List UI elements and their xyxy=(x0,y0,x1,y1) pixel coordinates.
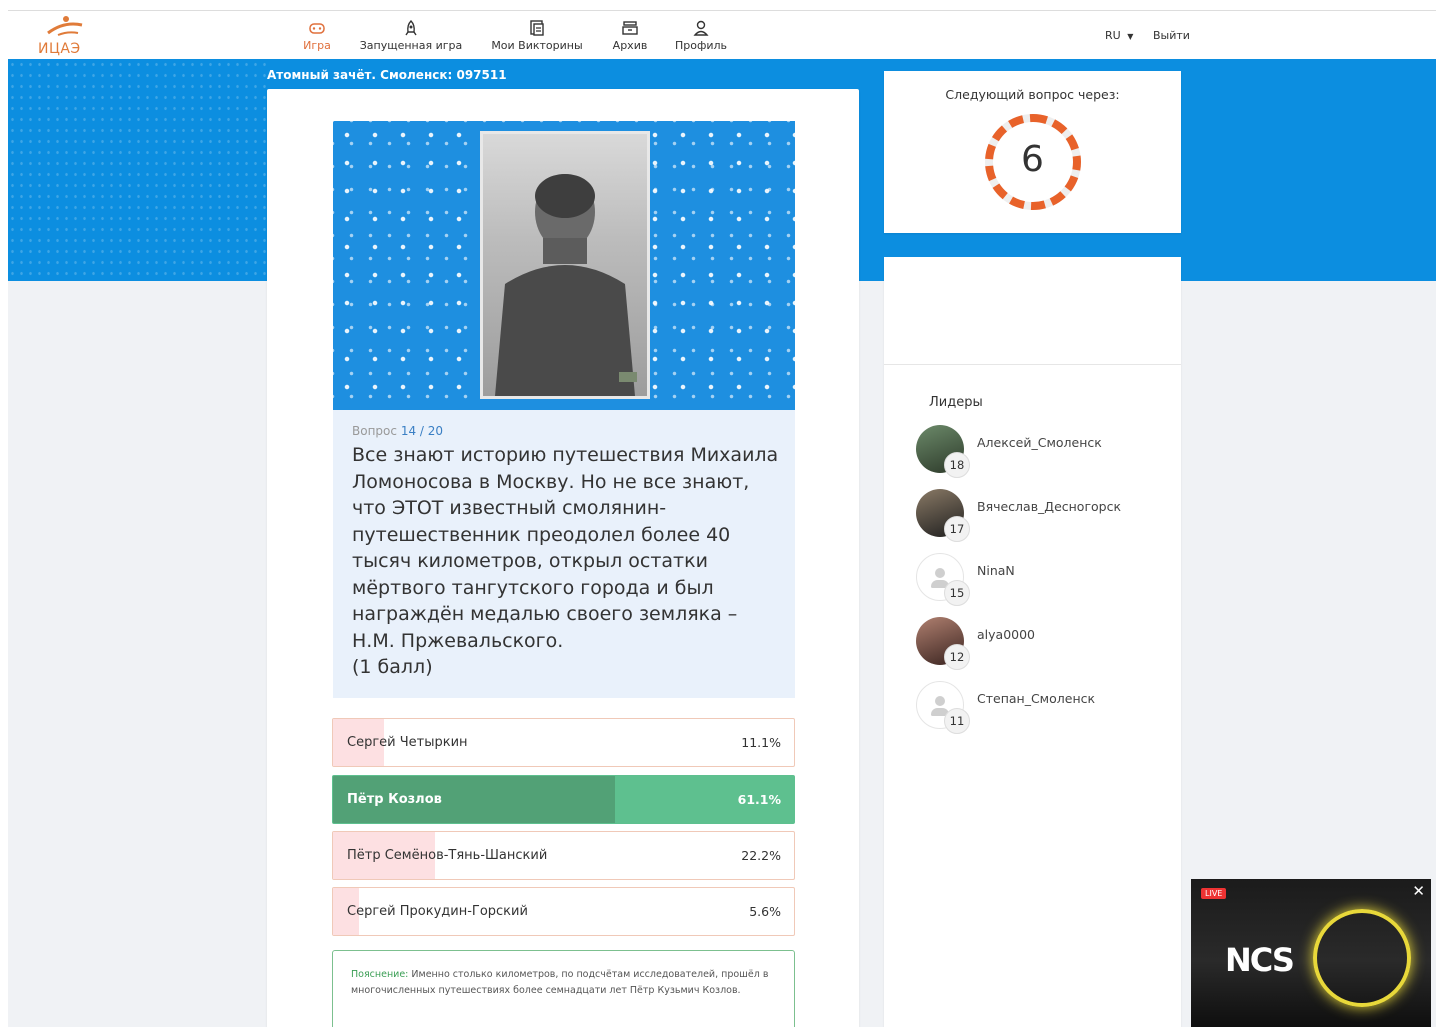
archive-icon xyxy=(622,21,638,35)
banner-pattern xyxy=(8,59,268,281)
gamepad-icon xyxy=(309,23,325,34)
answer-option[interactable]: Сергей Прокудин-Горский 5.6% xyxy=(332,887,795,936)
leader-row[interactable]: 17 Вячеслав_Десногорск xyxy=(916,489,1176,549)
leaders-title: Лидеры xyxy=(929,395,983,410)
leader-score: 18 xyxy=(944,452,970,478)
leader-row[interactable]: 18 Алексей_Смоленск xyxy=(916,425,1176,485)
leader-row[interactable]: 15 NinaN xyxy=(916,553,1176,613)
leader-score: 15 xyxy=(944,580,970,606)
answer-percent: 61.1% xyxy=(737,792,781,807)
question-text-body: Все знают историю путешествия Михаила Ло… xyxy=(352,444,779,652)
leader-name: alya0000 xyxy=(977,627,1036,642)
explanation-label: Пояснение: xyxy=(351,969,409,980)
portrait-figure xyxy=(495,174,637,396)
nav-label: Архив xyxy=(612,39,648,52)
answer-label: Пётр Козлов xyxy=(347,792,442,807)
video-logo: NCS xyxy=(1225,941,1295,979)
leader-row[interactable]: 11 Степан_Смоленск xyxy=(916,681,1176,741)
logo-text: ИЦАЭ xyxy=(38,41,81,57)
question-text: Все знают историю путешествия Михаила Ло… xyxy=(352,442,782,681)
documents-icon xyxy=(530,20,544,36)
video-popup[interactable]: NCS LIVE ✕ xyxy=(1191,879,1431,1027)
nav-item-profile[interactable]: Профиль xyxy=(672,19,730,57)
leader-score: 17 xyxy=(944,516,970,542)
leader-score: 11 xyxy=(944,708,970,734)
leader-name: Алексей_Смоленск xyxy=(977,435,1102,450)
question-counter: Вопрос 14 / 20 xyxy=(352,424,443,438)
user-icon xyxy=(693,20,709,36)
nav-item-archive[interactable]: Архив xyxy=(608,19,652,57)
explanation-box: Пояснение: Именно столько километров, по… xyxy=(332,950,795,1027)
leader-score: 12 xyxy=(944,644,970,670)
logo[interactable]: ИЦАЭ xyxy=(36,13,92,57)
leader-name: Степан_Смоленск xyxy=(977,691,1096,706)
answer-option[interactable]: Пётр Семёнов-Тянь-Шанский 22.2% xyxy=(332,831,795,880)
language-label: RU xyxy=(1105,29,1121,42)
live-badge: LIVE xyxy=(1201,888,1227,899)
answer-percent: 5.6% xyxy=(749,904,781,919)
question-counter-value: 14 / 20 xyxy=(400,424,444,438)
logout-link[interactable]: Выйти xyxy=(1153,29,1190,42)
rocket-icon xyxy=(405,20,417,36)
language-selector[interactable]: RU ▼ xyxy=(1105,29,1133,42)
question-body: Вопрос 14 / 20 Все знают историю путешес… xyxy=(333,410,795,698)
answer-option[interactable]: Сергей Четыркин 11.1% xyxy=(332,718,795,767)
leader-row[interactable]: 12 alya0000 xyxy=(916,617,1176,677)
question-points: (1 балл) xyxy=(352,656,433,678)
timer-card: Следующий вопрос через: 6 xyxy=(884,71,1181,233)
close-icon[interactable]: ✕ xyxy=(1412,882,1425,900)
nav-label: Запущенная игра xyxy=(359,39,463,52)
answer-option-correct[interactable]: Пётр Козлов 61.1% xyxy=(332,775,795,824)
answer-label: Пётр Семёнов-Тянь-Шанский xyxy=(347,848,548,863)
leader-name: NinaN xyxy=(977,563,1015,578)
leaders-card: Лидеры 18 Алексей_Смоленск 17 Вячеслав_Д… xyxy=(884,257,1181,1027)
nav-label: Игра xyxy=(303,39,331,52)
atom-logo-icon xyxy=(47,16,83,36)
top-navigation: ИЦАЭ Игра Запущенная игра Мои Викторины … xyxy=(8,11,1436,59)
timer-value: 6 xyxy=(1021,139,1044,180)
nav-item-my-quizzes[interactable]: Мои Викторины xyxy=(488,19,586,57)
answer-label: Сергей Прокудин-Горский xyxy=(347,904,528,919)
ad-placeholder xyxy=(884,257,1181,365)
portrait-photo xyxy=(480,131,650,399)
answer-label: Сергей Четыркин xyxy=(347,735,468,750)
question-counter-label: Вопрос xyxy=(352,424,397,438)
answer-percent: 22.2% xyxy=(741,848,781,863)
caret-down-icon: ▼ xyxy=(1127,32,1134,41)
game-breadcrumb: Атомный зачёт. Смоленск: 097511 xyxy=(267,68,507,82)
leader-name: Вячеслав_Десногорск xyxy=(977,499,1122,514)
nav-item-running-game[interactable]: Запущенная игра xyxy=(356,19,466,57)
nav-label: Профиль xyxy=(674,39,728,52)
answer-percent: 11.1% xyxy=(741,735,781,750)
video-visualizer-ring xyxy=(1313,909,1411,1007)
explanation-text: Именно столько километров, по подсчётам … xyxy=(351,969,769,996)
nav-item-game[interactable]: Игра xyxy=(300,19,334,57)
question-image xyxy=(333,121,795,410)
timer-title: Следующий вопрос через: xyxy=(945,87,1120,102)
nav-label: Мои Викторины xyxy=(491,39,583,52)
app-frame: ИЦАЭ Игра Запущенная игра Мои Викторины … xyxy=(8,10,1436,1027)
